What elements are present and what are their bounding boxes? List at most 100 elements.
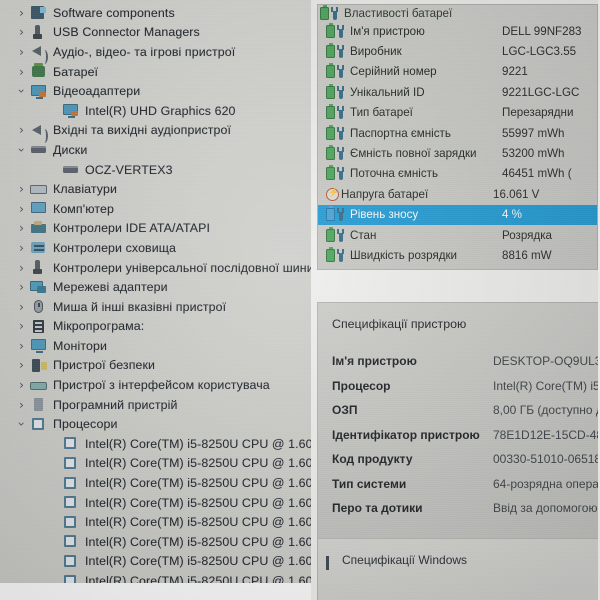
tree-item[interactable]: › USB Connector Managers [0,23,311,43]
tree-item[interactable]: › Відеоадаптери [0,81,311,101]
chevron-down-icon[interactable]: › [15,84,29,99]
battery-icon [326,83,335,99]
tree-item[interactable]: › Мережеві адаптери [0,277,311,297]
plug-icon [336,167,346,181]
battery-row-label: Тип батареї [350,106,413,120]
cpu-icon-glyph [32,417,44,430]
tree-item[interactable]: › Software components [0,3,311,23]
tree-item[interactable]: Intel(R) UHD Graphics 620 [0,101,311,121]
cpu-icon [61,436,80,451]
tree-item-label: Програмний пристрій [53,397,178,412]
chevron-right-icon[interactable]: › [14,301,29,313]
tree-item[interactable]: Intel(R) Core(TM) i5-8250U CPU @ 1.60GHz [0,434,311,454]
tree-item[interactable]: Intel(R) Core(TM) i5-8250U CPU @ 1.60GHz [0,571,311,583]
battery-icon [326,22,335,38]
tree-item[interactable]: Intel(R) Core(TM) i5-8250U CPU @ 1.60GHz [0,512,311,532]
tree-item[interactable]: OCZ-VERTEX3 [0,160,311,180]
chevron-down-icon[interactable]: › [15,142,29,157]
chevron-right-icon[interactable]: › [14,66,29,78]
battery-row[interactable]: Тип батареї Перезарядни [318,103,597,123]
spec-row-label: ОЗП [332,403,358,418]
battery-row[interactable]: Швидкість розрядки 8816 mW [318,245,597,265]
battery-row[interactable]: Унікальний ID 9221LGC-LGC [318,82,597,102]
tree-item-label: Аудіо-, відео- та ігрові пристрої [53,44,236,59]
battery-row-value: Перезарядни [502,106,574,120]
spec-row-label: Код продукту [332,452,413,467]
chevron-right-icon[interactable]: › [14,281,29,293]
battery-row-label: Рівень зносу [350,208,419,222]
window-bottom-edge [0,583,311,600]
tree-item[interactable]: › Батареї [0,62,311,82]
tree-item[interactable]: Intel(R) Core(TM) i5-8250U CPU @ 1.60GHz [0,493,311,513]
battery-row[interactable]: Ім'я пристрою DELL 99NF283 [318,21,597,41]
tree-item[interactable]: › Диски [0,140,311,160]
windows-specifications-footer[interactable]: Специфікації Windows [318,538,600,600]
tree-item[interactable]: › Комп'ютер [0,199,311,219]
chevron-right-icon[interactable]: › [14,320,29,332]
tree-item[interactable]: › Миша й інші вказівні пристрої [0,297,311,317]
chevron-right-icon[interactable]: › [14,7,29,19]
battery-row-selected[interactable]: Рівень зносу 4 % [318,204,597,225]
usb-icon-glyph [33,260,42,275]
battery-row-label: Швидкість розрядки [350,248,458,262]
display-adapter-icon-glyph [31,84,46,99]
battery-icon [320,5,329,20]
chevron-right-icon[interactable]: › [14,26,29,38]
tree-item[interactable]: › Пристрої з інтерфейсом користувача [0,375,311,395]
battery-row-label: Ємність повної зарядки [350,147,477,161]
disk-icon [61,162,80,177]
tree-item-label: Відеоадаптери [53,84,141,99]
battery-row[interactable]: Серійний номер 9221 [318,62,597,82]
battery-properties-panel[interactable]: Властивості батареї Ім'я пристрою DELL 99… [317,4,598,270]
battery-row-label: Поточна ємність [350,167,439,181]
battery-row[interactable]: Паспортна ємність 55997 mWh [318,123,597,143]
tree-item[interactable]: › Клавіатури [0,179,311,199]
tree-item[interactable]: › Монітори [0,336,311,356]
chevron-right-icon[interactable]: › [14,46,29,58]
tree-item-label: Вхідні та вихідні аудіопристрої [53,123,232,138]
tree-item-label: Контролери універсальної послідовної шин… [53,260,311,275]
chevron-right-icon[interactable]: › [14,124,29,136]
usb-icon [29,260,48,275]
battery-row[interactable]: Поточна ємність 46451 mWh ( [318,164,597,184]
tree-item[interactable]: › Процесори [0,414,311,434]
chevron-right-icon[interactable]: › [14,222,29,234]
chevron-right-icon[interactable]: › [14,242,29,254]
tree-item[interactable]: › Вхідні та вихідні аудіопристрої [0,121,311,143]
ide-controller-icon [29,220,48,236]
tree-item[interactable]: › Програмний пристрій [0,395,311,415]
screen-photo: › Software components › USB Connector Manag… [0,0,600,600]
tree-item[interactable]: Intel(R) Core(TM) i5-8250U CPU @ 1.60GHz [0,454,311,474]
battery-row[interactable]: Напруга батареї 16.061 V [318,184,597,204]
tree-item[interactable]: › Пристрої безпеки [0,356,311,376]
tree-item[interactable]: › Контролери універсальної послідовної ши… [0,258,311,278]
device-manager-tree[interactable]: › Software components › USB Connector Manag… [0,0,311,583]
battery-row[interactable]: Виробник LGC-LGC3.55 [318,41,597,61]
battery-row-value: 46451 mWh ( [502,167,572,181]
tree-item[interactable]: › Контролери сховища [0,238,311,258]
plug-icon [336,85,346,99]
chevron-right-icon[interactable]: › [14,399,29,411]
chevron-right-icon[interactable]: › [14,262,29,274]
cpu-icon [61,476,80,491]
battery-icon [29,63,48,79]
battery-row[interactable]: Ємність повної зарядки 53200 mWh [318,143,597,163]
battery-row-label: Виробник [350,45,402,59]
chevron-right-icon[interactable]: › [14,340,29,352]
tree-item[interactable]: Intel(R) Core(TM) i5-8250U CPU @ 1.60GHz [0,473,311,493]
chevron-right-icon[interactable]: › [14,203,29,215]
tree-item-label: Intel(R) Core(TM) i5-8250U CPU @ 1.60GHz [85,574,311,583]
tree-item[interactable]: › Контролери IDE ATA/ATAPI [0,219,311,239]
chevron-right-icon[interactable]: › [14,183,29,195]
tree-item[interactable]: Intel(R) Core(TM) i5-8250U CPU @ 1.60GHz [0,552,311,572]
battery-rows: Ім'я пристрою DELL 99NF283 Виробник LGC-LGC… [318,21,597,266]
chevron-down-icon[interactable]: › [15,417,29,432]
tree-item[interactable]: › Мікропрограма: [0,317,311,337]
tree-item[interactable]: › Аудіо-, відео- та ігрові пристрої [0,42,311,65]
chevron-right-icon[interactable]: › [14,359,29,371]
chevron-right-icon[interactable]: › [14,379,29,391]
disk-icon-glyph [63,166,78,174]
tree-item[interactable]: Intel(R) Core(TM) i5-8250U CPU @ 1.60GHz [0,532,311,552]
tree-item-label: OCZ-VERTEX3 [85,162,173,177]
battery-row[interactable]: Стан Розрядка [318,225,597,245]
